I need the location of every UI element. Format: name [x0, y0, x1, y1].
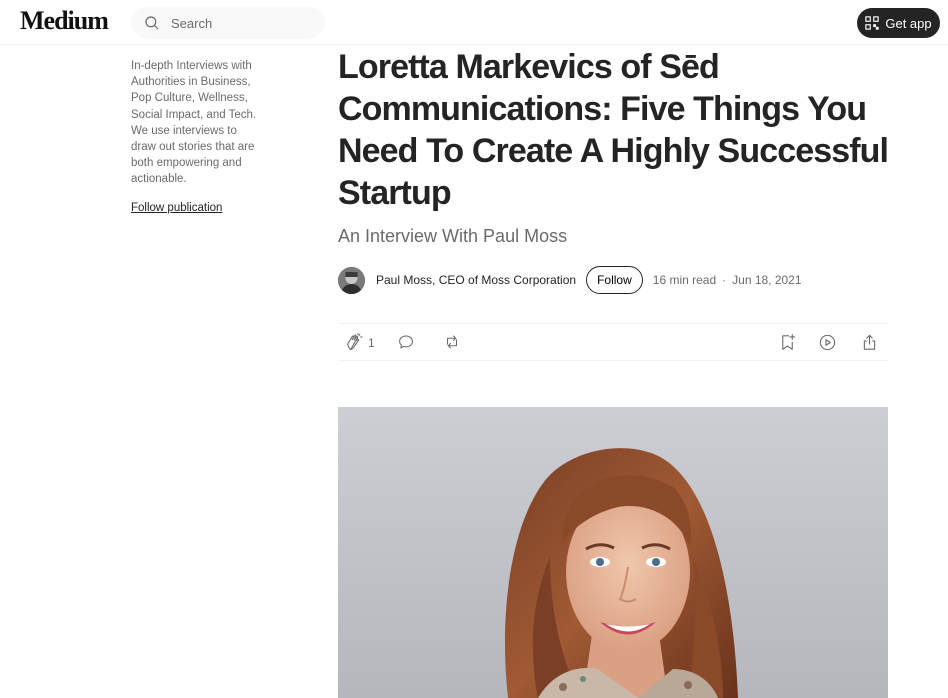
bookmark-button[interactable] [778, 333, 797, 352]
publication-sidebar: In-depth Interviews with Authorities in … [131, 58, 261, 216]
author-name[interactable]: Paul Moss, CEO of Moss Corporation [376, 273, 576, 287]
search-box[interactable] [131, 7, 325, 39]
portrait-photo [338, 407, 888, 698]
qr-code-icon [865, 16, 880, 30]
comment-icon [399, 335, 413, 349]
meta-separator: · [722, 273, 727, 287]
clap-count: 1 [368, 336, 375, 350]
clap-icon [347, 333, 363, 351]
search-input[interactable] [171, 15, 311, 31]
follow-author-button[interactable]: Follow [586, 266, 643, 294]
read-time: 16 min read [652, 273, 717, 287]
repost-button[interactable] [443, 333, 461, 351]
top-navbar: Medium Get app [0, 0, 948, 45]
article-title: Loretta Markevics of Sēd Communications:… [338, 48, 889, 212]
article-hero-image [338, 407, 888, 698]
bookmark-add-icon [782, 334, 796, 350]
get-app-button[interactable]: Get app [857, 8, 940, 38]
share-button[interactable] [860, 333, 879, 352]
clap-button[interactable]: 1 [344, 333, 375, 353]
listen-button[interactable] [818, 333, 837, 352]
play-circle-icon [819, 334, 836, 351]
article-subtitle: An Interview With Paul Moss [338, 226, 568, 246]
author-byline: Paul Moss, CEO of Moss Corporation Follo… [338, 265, 802, 295]
share-icon [863, 334, 876, 350]
repost-icon [446, 335, 458, 349]
get-app-label: Get app [885, 15, 932, 31]
search-icon [145, 16, 159, 30]
publish-date: Jun 18, 2021 [732, 273, 802, 287]
article-action-bar: 1 [338, 323, 888, 361]
article-header: Loretta Markevics of Sēd Communications:… [338, 46, 898, 247]
responses-button[interactable] [397, 333, 415, 351]
author-avatar[interactable] [338, 266, 365, 294]
publication-description: In-depth Interviews with Authorities in … [131, 60, 257, 186]
medium-logo[interactable]: Medium [20, 6, 109, 36]
follow-publication-link[interactable]: Follow publication [131, 202, 222, 214]
